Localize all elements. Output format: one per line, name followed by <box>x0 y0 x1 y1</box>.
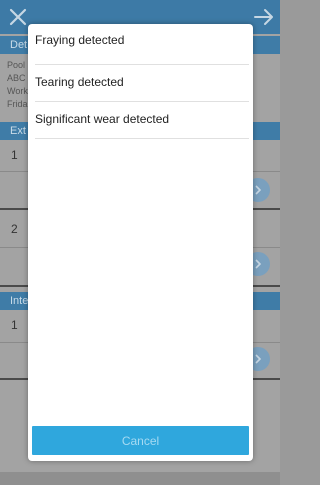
close-icon[interactable] <box>6 5 30 29</box>
row-number: 1 <box>11 318 18 332</box>
option-list: Fraying detected Tearing detected Signif… <box>28 24 253 139</box>
row-number: 1 <box>11 148 18 162</box>
row-number: 2 <box>11 222 18 236</box>
details-line: Frida <box>7 99 28 109</box>
selection-dialog: Fraying detected Tearing detected Signif… <box>28 24 253 461</box>
option-fraying[interactable]: Fraying detected <box>35 24 249 65</box>
option-tearing[interactable]: Tearing detected <box>35 65 249 102</box>
cancel-button[interactable]: Cancel <box>32 426 249 455</box>
option-significant-wear[interactable]: Significant wear detected <box>35 102 249 139</box>
bottom-bar <box>0 472 280 485</box>
details-text: Pool ABC Work Frida <box>7 59 28 111</box>
details-line: ABC <box>7 73 26 83</box>
details-line: Work <box>7 86 28 96</box>
arrow-right-icon[interactable] <box>252 5 276 29</box>
details-line: Pool <box>7 60 26 70</box>
